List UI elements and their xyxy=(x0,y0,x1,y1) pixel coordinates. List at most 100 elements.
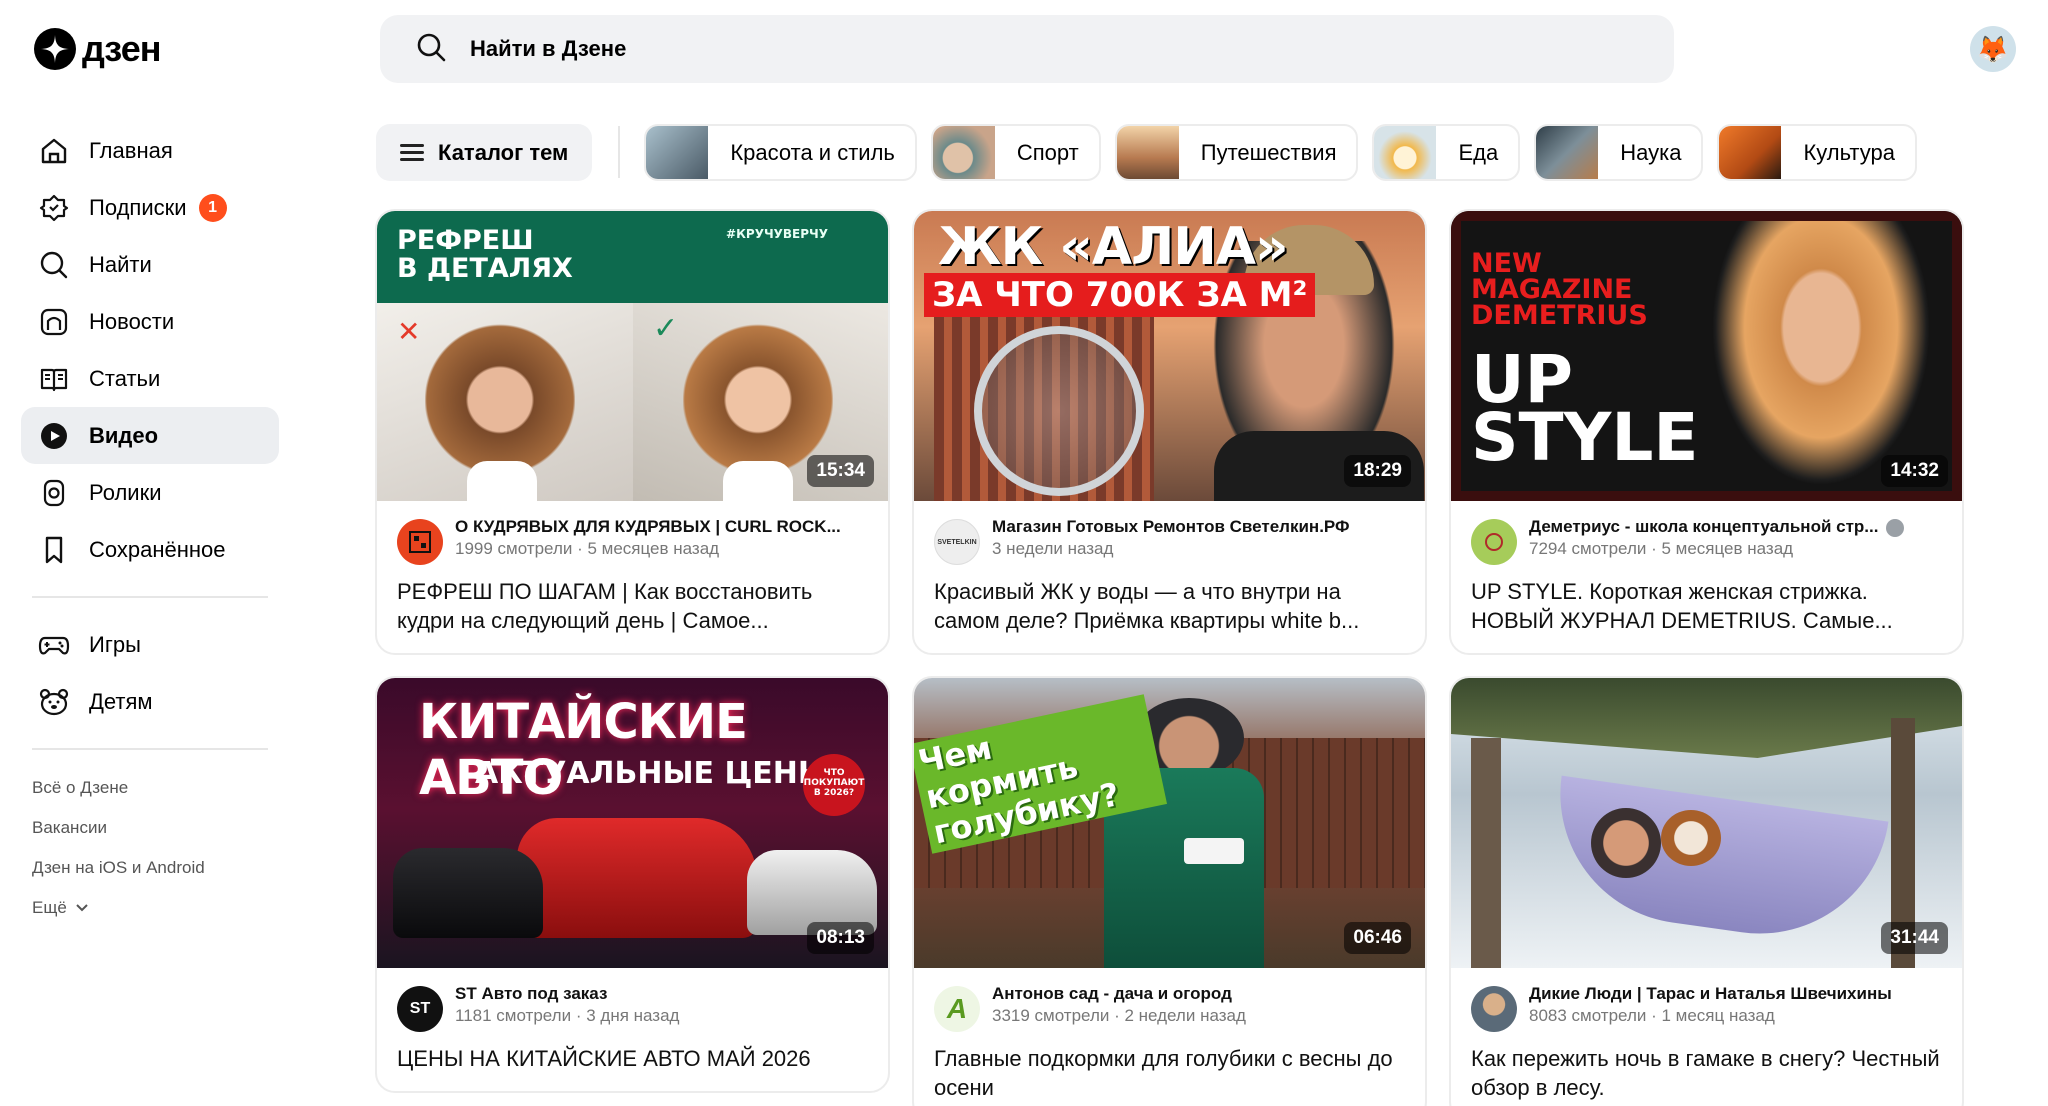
topic-thumbnail xyxy=(1719,126,1782,179)
video-thumbnail[interactable]: NEW MAGAZINE DEMETRIUS UP STYLE 14:32 xyxy=(1451,211,1962,501)
view-count: 1181 смотрели xyxy=(455,1006,572,1025)
video-thumbnail[interactable]: РЕФРЕШ В ДЕТАЛЯХ #КРУЧУВЕРЧУ ✕ ✓ 15:34 xyxy=(377,211,888,501)
topic-chip-beauty[interactable]: Красота и стиль xyxy=(644,124,917,181)
topic-thumbnail xyxy=(1536,126,1599,179)
video-thumbnail[interactable]: КИТАЙСКИЕ АВТО АКТУАЛЬНЫЕ ЦЕНЫ ЧТО ПОКУП… xyxy=(377,678,888,968)
thumbnail-headline: ЖК «АЛИА» xyxy=(938,217,1289,277)
search-bar[interactable]: Найти в Дзене xyxy=(380,15,1674,83)
topic-chip-travel[interactable]: Путешествия xyxy=(1114,124,1359,181)
publish-age: 2 недели назад xyxy=(1124,1006,1246,1025)
channel-name[interactable]: Деметриус - школа концептуальной стр... xyxy=(1529,517,1878,537)
channel-avatar[interactable]: ST xyxy=(397,986,443,1032)
topic-label: Культура xyxy=(1803,139,1895,165)
sidebar-item-video[interactable]: Видео xyxy=(21,407,279,464)
thumbnail-subheadline: АКТУАЛЬНЫЕ ЦЕНЫ xyxy=(475,756,829,791)
sidebar-item-games[interactable]: Игры xyxy=(21,616,279,673)
channel-avatar[interactable]: SVETELKIN xyxy=(934,519,980,565)
sidebar-item-home[interactable]: Главная xyxy=(21,122,279,179)
catalog-button[interactable]: Каталог тем xyxy=(376,124,593,181)
video-title[interactable]: Главные подкормки для голубики с весны д… xyxy=(914,1032,1425,1106)
video-title[interactable]: Как пережить ночь в гамаке в снегу? Чест… xyxy=(1451,1032,1962,1106)
video-thumbnail[interactable]: Чем кормить голубику? 06:46 xyxy=(914,678,1425,968)
video-card[interactable]: ЖК «АЛИА» ЗА ЧТО 700К ЗА М² 18:29 SVETEL… xyxy=(912,209,1427,655)
sidebar-item-articles[interactable]: Статьи xyxy=(21,350,279,407)
channel-avatar-text: А xyxy=(946,993,968,1024)
topic-chip-culture[interactable]: Культура xyxy=(1717,124,1917,181)
sidebar-item-label: Статьи xyxy=(89,365,161,391)
gamepad-icon xyxy=(37,628,71,662)
search-icon xyxy=(37,248,71,282)
channel-avatar[interactable]: А xyxy=(934,986,980,1032)
dzen-logo-icon xyxy=(34,28,76,70)
channel-avatar[interactable] xyxy=(1471,986,1517,1032)
thumbnail-headline: NEW MAGAZINE DEMETRIUS xyxy=(1471,248,1648,331)
video-title[interactable]: Красивый ЖК у воды — а что внутри на сам… xyxy=(914,565,1425,653)
footer-link-about[interactable]: Всё о Дзене xyxy=(21,768,279,808)
channel-avatar-text: SVETELKIN xyxy=(937,538,977,546)
dzen-logo[interactable]: дзен xyxy=(34,28,161,70)
channel-name[interactable]: О КУДРЯВЫХ ДЛЯ КУДРЯВЫХ | CURL ROCK... xyxy=(455,517,868,537)
topic-chip-sport[interactable]: Спорт xyxy=(930,124,1101,181)
video-duration: 31:44 xyxy=(1881,922,1948,954)
user-avatar[interactable]: 🦊 xyxy=(1970,26,2016,72)
topic-label: Красота и стиль xyxy=(730,139,895,165)
topic-chip-science[interactable]: Наука xyxy=(1534,124,1704,181)
video-card[interactable]: NEW MAGAZINE DEMETRIUS UP STYLE 14:32 Де… xyxy=(1449,209,1964,655)
video-duration: 08:13 xyxy=(807,922,874,954)
sidebar-item-subscriptions[interactable]: Подписки 1 xyxy=(21,179,279,236)
sidebar-item-label: Игры xyxy=(89,631,141,657)
channel-name[interactable]: Антонов сад - дача и огород xyxy=(992,984,1405,1004)
kids-icon xyxy=(37,685,71,719)
channel-name[interactable]: ST Авто под заказ xyxy=(455,984,868,1004)
cross-icon: ✕ xyxy=(397,316,421,347)
video-title[interactable]: UP STYLE. Короткая женская стрижка. НОВЫ… xyxy=(1451,565,1962,653)
sidebar-item-shorts[interactable]: Ролики xyxy=(21,464,279,521)
sidebar-item-kids[interactable]: Детям xyxy=(21,673,279,730)
video-stats: 1999 смотрели · 5 месяцев назад xyxy=(455,539,720,558)
video-card[interactable]: КИТАЙСКИЕ АВТО АКТУАЛЬНЫЕ ЦЕНЫ ЧТО ПОКУП… xyxy=(375,676,890,1093)
channel-avatar-text: ST xyxy=(409,1000,431,1017)
chevron-down-icon xyxy=(75,903,89,913)
channel-avatar[interactable] xyxy=(1471,519,1517,565)
check-icon: ✓ xyxy=(653,312,679,345)
thumbnail-headline: РЕФРЕШ В ДЕТАЛЯХ xyxy=(397,225,573,284)
shorts-icon xyxy=(37,476,71,510)
sidebar-divider xyxy=(32,748,268,750)
topic-chip-food[interactable]: Еда xyxy=(1372,124,1521,181)
thumbnail-subheadline: ЗА ЧТО 700К ЗА М² xyxy=(924,273,1316,317)
video-card[interactable]: 31:44 Дикие Люди | Тарас и Наталья Швечи… xyxy=(1449,676,1964,1106)
video-thumbnail[interactable]: ЖК «АЛИА» ЗА ЧТО 700К ЗА М² 18:29 xyxy=(914,211,1425,501)
video-duration: 14:32 xyxy=(1881,455,1948,487)
menu-icon xyxy=(400,140,424,165)
chips-divider xyxy=(618,126,621,178)
video-stats: 3 недели назад xyxy=(992,539,1405,559)
news-icon xyxy=(37,305,71,339)
publish-age: 5 месяцев назад xyxy=(1661,539,1794,558)
search-input[interactable]: Найти в Дзене xyxy=(470,36,626,62)
sidebar-item-news[interactable]: Новости xyxy=(21,293,279,350)
video-card[interactable]: РЕФРЕШ В ДЕТАЛЯХ #КРУЧУВЕРЧУ ✕ ✓ 15:34 О… xyxy=(375,209,890,655)
footer-link-jobs[interactable]: Вакансии xyxy=(21,808,279,848)
channel-name[interactable]: Магазин Готовых Ремонтов Светелкин.РФ xyxy=(992,517,1405,537)
channel-name[interactable]: Дикие Люди | Тарас и Наталья Швечихины xyxy=(1529,984,1942,1004)
publish-age: 5 месяцев назад xyxy=(587,539,720,558)
subscriptions-icon xyxy=(37,191,71,225)
footer-link-apps[interactable]: Дзен на iOS и Android xyxy=(21,848,279,888)
footer-more-button[interactable]: Ещё xyxy=(21,888,279,928)
sidebar-item-saved[interactable]: Сохранённое xyxy=(21,521,279,578)
topic-chips: Каталог тем Красота и стиль Спорт Путеше… xyxy=(376,124,1962,181)
video-thumbnail[interactable]: 31:44 xyxy=(1451,678,1962,968)
sidebar-item-search[interactable]: Найти xyxy=(21,236,279,293)
thumbnail-badge: ЧТО ПОКУПАЮТ В 2026? xyxy=(803,754,865,816)
video-title[interactable]: ЦЕНЫ НА КИТАЙСКИЕ АВТО МАЙ 2026 xyxy=(377,1032,888,1091)
publish-age: 3 недели назад xyxy=(992,539,1114,558)
video-card[interactable]: Чем кормить голубику? 06:46 А Антонов са… xyxy=(912,676,1427,1106)
search-icon xyxy=(416,32,446,67)
topic-label: Путешествия xyxy=(1200,139,1337,165)
channel-avatar[interactable] xyxy=(397,519,443,565)
topic-label: Спорт xyxy=(1016,139,1079,165)
video-title[interactable]: РЕФРЕШ ПО ШАГАМ | Как восстановить кудри… xyxy=(377,565,888,653)
thumbnail-subheadline: UP STYLE xyxy=(1471,341,1699,476)
logo-text: дзен xyxy=(82,28,161,69)
video-stats: 3319 смотрели · 2 недели назад xyxy=(992,1006,1246,1025)
